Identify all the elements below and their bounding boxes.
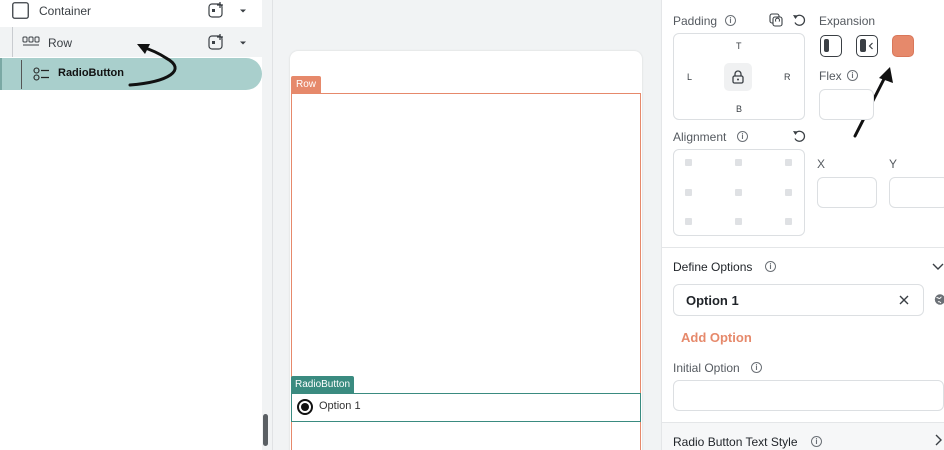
add-option-button[interactable]: Add Option xyxy=(681,330,752,345)
row-icon xyxy=(22,36,40,46)
add-child-icon[interactable] xyxy=(208,33,225,50)
flex-label: Flex xyxy=(819,69,842,83)
chevron-down-icon[interactable] xyxy=(239,40,247,46)
align-bottom-center[interactable] xyxy=(735,218,742,225)
y-label: Y xyxy=(889,157,898,171)
tree-item-container[interactable]: Container xyxy=(0,0,262,25)
lock-icon xyxy=(732,70,744,84)
chevron-right-icon[interactable] xyxy=(934,434,942,446)
reset-icon[interactable] xyxy=(792,13,806,27)
align-center[interactable] xyxy=(735,189,742,196)
reset-icon[interactable] xyxy=(792,129,806,143)
expansion-tight-button[interactable] xyxy=(856,35,878,57)
align-center-left[interactable] xyxy=(685,189,692,196)
radiobutton-widget-tag[interactable]: RadioButton xyxy=(291,376,355,393)
close-icon[interactable] xyxy=(898,294,910,306)
padding-left-label[interactable]: L xyxy=(687,72,692,82)
app-root: Container Row RadioButton Row RadioButto… xyxy=(0,0,944,450)
x-input[interactable] xyxy=(817,177,877,208)
align-top-right[interactable] xyxy=(785,159,792,166)
align-top-left[interactable] xyxy=(685,159,692,166)
section-divider xyxy=(662,247,944,248)
tree-item-label: RadioButton xyxy=(58,67,124,79)
chevron-down-icon[interactable] xyxy=(239,8,247,14)
info-icon[interactable]: i xyxy=(737,131,748,142)
expansion-label: Expansion xyxy=(819,14,876,28)
info-icon[interactable]: i xyxy=(765,261,776,272)
align-top-center[interactable] xyxy=(735,159,742,166)
padding-lock-button[interactable] xyxy=(724,63,752,91)
padding-label: Padding xyxy=(673,14,718,28)
x-label: X xyxy=(817,157,826,171)
tree-item-label: Container xyxy=(39,4,92,18)
chevron-down-icon[interactable] xyxy=(932,262,944,272)
tree-indent-guide xyxy=(0,58,2,90)
chevron-left-icon xyxy=(868,42,873,50)
expansion-expanded-button[interactable] xyxy=(892,35,914,57)
alignment-label: Alignment xyxy=(673,130,727,144)
option-input-value: Option 1 xyxy=(686,293,739,308)
tree-indent-guide xyxy=(12,27,13,57)
align-bottom-right[interactable] xyxy=(785,218,792,225)
canvas-divider xyxy=(272,0,273,450)
align-bottom-left[interactable] xyxy=(685,218,692,225)
expansion-flexible-button[interactable] xyxy=(820,35,842,57)
y-input[interactable] xyxy=(889,177,944,208)
initial-option-label: Initial Option xyxy=(673,361,740,375)
info-icon[interactable]: i xyxy=(725,15,736,26)
annotation-arrow-left xyxy=(128,44,177,87)
radio-option-label: Option 1 xyxy=(319,400,361,412)
padding-bottom-label[interactable]: B xyxy=(736,104,742,114)
text-style-label: Radio Button Text Style xyxy=(673,435,798,449)
radio-button-icon xyxy=(33,67,49,81)
padding-right-label[interactable]: R xyxy=(784,72,791,82)
info-icon[interactable]: i xyxy=(751,362,762,373)
container-icon xyxy=(12,2,29,19)
globe-icon[interactable] xyxy=(934,293,944,306)
info-icon[interactable]: i xyxy=(811,436,822,447)
widget-tree-panel: Container Row RadioButton xyxy=(0,0,262,450)
flex-input[interactable] xyxy=(819,89,874,120)
copy-padding-icon[interactable] xyxy=(769,13,783,27)
add-child-icon[interactable] xyxy=(208,1,225,18)
info-icon[interactable]: i xyxy=(847,70,858,81)
define-options-label: Define Options xyxy=(673,260,753,274)
tree-indent-guide xyxy=(21,60,22,89)
radio-selected-icon[interactable] xyxy=(297,399,313,415)
row-widget-tag[interactable]: Row xyxy=(291,76,322,93)
padding-top-label[interactable]: T xyxy=(736,41,742,51)
tree-item-label: Row xyxy=(48,36,73,50)
initial-option-dropdown[interactable] xyxy=(673,380,944,411)
align-center-right[interactable] xyxy=(785,189,792,196)
